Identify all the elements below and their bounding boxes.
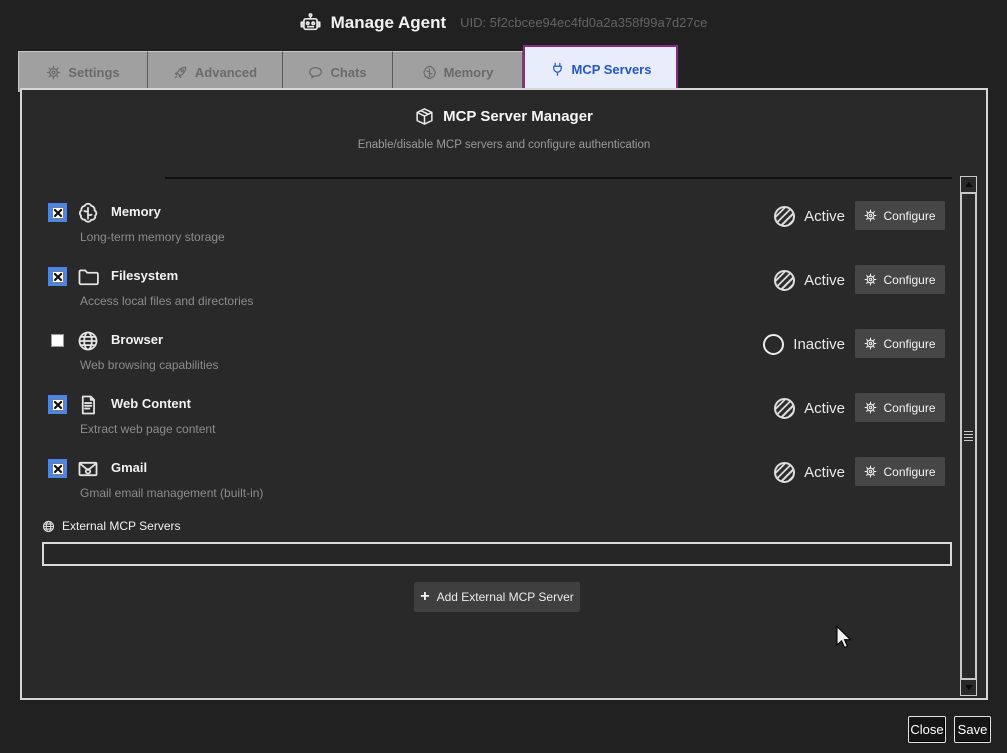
server-status-label: Active	[804, 464, 845, 481]
server-status: Active	[774, 394, 845, 423]
save-button[interactable]: Save	[954, 716, 991, 743]
server-status: Active	[774, 458, 845, 487]
mcp-server-panel: MCP Server Manager Enable/disable MCP se…	[20, 88, 988, 700]
server-enabled-checkbox[interactable]	[48, 395, 67, 414]
panel-title: MCP Server Manager	[443, 108, 593, 125]
tab-bar: Settings Advanced Chats Memory MCP Serve…	[18, 45, 678, 92]
server-enabled-checkbox[interactable]	[48, 203, 67, 222]
external-servers-label: External MCP Servers	[42, 519, 180, 533]
tab-mcp-servers[interactable]: MCP Servers	[523, 45, 678, 92]
configure-button[interactable]: Configure	[855, 201, 945, 230]
tab-label: Memory	[444, 65, 494, 80]
configure-button[interactable]: Configure	[855, 265, 945, 294]
scrollbar-up-button[interactable]	[961, 177, 976, 193]
tab-label: Settings	[68, 65, 119, 80]
plug-icon	[550, 62, 565, 77]
plus-icon: +	[420, 589, 429, 605]
status-active-icon	[774, 398, 795, 419]
status-active-icon	[774, 206, 795, 227]
server-description: Extract web page content	[80, 422, 215, 436]
robot-icon	[300, 12, 321, 33]
server-status-label: Active	[804, 400, 845, 417]
folder-icon	[77, 266, 99, 288]
configure-button[interactable]: Configure	[855, 457, 945, 486]
server-description: Access local files and directories	[80, 294, 253, 308]
brain-icon	[77, 202, 99, 224]
server-name: Web Content	[111, 396, 191, 411]
server-status-label: Active	[804, 272, 845, 289]
tab-label: Chats	[330, 65, 366, 80]
server-description: Gmail email management (built-in)	[80, 486, 263, 500]
panel-header: MCP Server Manager Enable/disable MCP se…	[22, 107, 986, 151]
gear-icon	[46, 65, 61, 80]
tab-label: Advanced	[195, 65, 257, 80]
configure-button[interactable]: Configure	[855, 393, 945, 422]
title-bar: Manage Agent UID: 5f2cbcee94ec4fd0a2a358…	[0, 0, 1007, 45]
chat-icon	[308, 65, 323, 80]
gear-icon	[864, 465, 877, 478]
gear-icon	[864, 273, 877, 286]
scrollbar-thumb[interactable]	[961, 193, 976, 679]
scrollbar-down-button[interactable]	[961, 679, 976, 695]
rocket-icon	[173, 65, 188, 80]
status-inactive-icon	[763, 334, 784, 355]
server-name: Gmail	[111, 460, 147, 475]
server-status-label: Inactive	[793, 336, 845, 353]
add-external-server-button[interactable]: + Add External MCP Server	[414, 582, 580, 612]
server-status: Active	[774, 202, 845, 231]
brain-icon	[422, 65, 437, 80]
tab-chats[interactable]: Chats	[283, 51, 393, 92]
server-row: Gmail Gmail email management (built-in) …	[22, 452, 986, 516]
external-server-input[interactable]	[42, 542, 952, 566]
email-icon	[77, 458, 99, 480]
tab-label: MCP Servers	[572, 62, 652, 77]
separator-line	[165, 177, 952, 179]
package-icon	[415, 107, 434, 126]
tab-advanced[interactable]: Advanced	[148, 51, 283, 92]
server-row: Web Content Extract web page content Act…	[22, 388, 986, 452]
server-name: Memory	[111, 204, 161, 219]
gear-icon	[864, 209, 877, 222]
gear-icon	[864, 401, 877, 414]
panel-subtitle: Enable/disable MCP servers and configure…	[22, 139, 986, 151]
document-icon	[77, 394, 99, 416]
server-enabled-checkbox[interactable]	[48, 331, 67, 350]
status-active-icon	[774, 462, 795, 483]
tab-memory[interactable]: Memory	[393, 51, 523, 92]
gear-icon	[864, 337, 877, 350]
configure-button[interactable]: Configure	[855, 329, 945, 358]
arrow-down-icon	[965, 685, 973, 690]
scrollbar[interactable]	[960, 176, 977, 696]
status-active-icon	[774, 270, 795, 291]
server-row: Memory Long-term memory storage Active C…	[22, 196, 986, 260]
tab-settings[interactable]: Settings	[18, 51, 148, 92]
server-list: Memory Long-term memory storage Active C…	[22, 196, 986, 516]
globe-icon	[77, 330, 99, 352]
server-enabled-checkbox[interactable]	[48, 459, 67, 478]
window-title: Manage Agent	[331, 13, 447, 33]
server-name: Browser	[111, 332, 163, 347]
server-status: Active	[774, 266, 845, 295]
server-name: Filesystem	[111, 268, 178, 283]
agent-uid: UID: 5f2cbcee94ec4fd0a2a358f99a7d27ce	[460, 15, 707, 30]
close-button[interactable]: Close	[908, 716, 946, 743]
globe-icon	[42, 520, 55, 533]
server-description: Long-term memory storage	[80, 230, 225, 244]
server-row: Browser Web browsing capabilities Inacti…	[22, 324, 986, 388]
server-status: Inactive	[763, 330, 845, 359]
server-status-label: Active	[804, 208, 845, 225]
server-description: Web browsing capabilities	[80, 358, 219, 372]
server-enabled-checkbox[interactable]	[48, 267, 67, 286]
server-row: Filesystem Access local files and direct…	[22, 260, 986, 324]
arrow-up-icon	[965, 182, 973, 187]
